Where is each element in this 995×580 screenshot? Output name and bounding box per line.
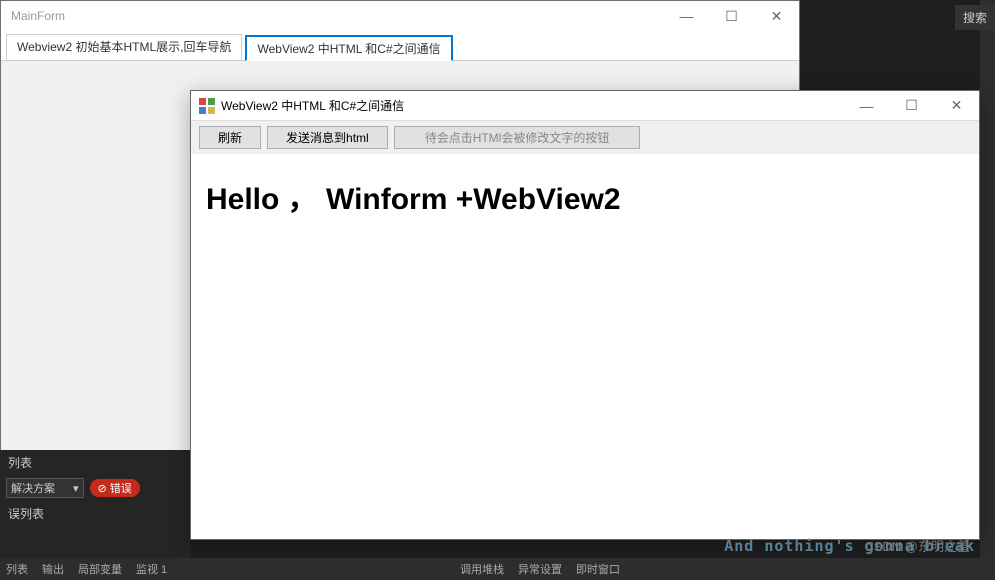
child-window-title: WebView2 中HTML 和C#之间通信 bbox=[221, 97, 404, 114]
child-title-group: WebView2 中HTML 和C#之间通信 bbox=[199, 97, 404, 114]
child-window-controls: — ☐ ✕ bbox=[844, 91, 979, 121]
error-badge[interactable]: ⊘ 错误 bbox=[90, 479, 140, 497]
chevron-down-icon: ▾ bbox=[73, 482, 79, 495]
main-titlebar[interactable]: MainForm — ☐ ✕ bbox=[1, 1, 799, 31]
main-window-controls: — ☐ ✕ bbox=[664, 1, 799, 31]
bottom-tab-exceptions[interactable]: 异常设置 bbox=[518, 561, 562, 577]
ide-filter-row: 解决方案 ▾ ⊘ 错误 bbox=[0, 475, 190, 501]
app-icon bbox=[199, 98, 215, 114]
tab-webview-comm[interactable]: WebView2 中HTML 和C#之间通信 bbox=[245, 35, 452, 61]
maximize-button[interactable]: ☐ bbox=[709, 1, 754, 31]
refresh-button[interactable]: 刷新 bbox=[199, 126, 261, 149]
ide-search-box[interactable]: 搜索 bbox=[955, 5, 995, 30]
child-maximize-button[interactable]: ☐ bbox=[889, 91, 934, 121]
error-list-label: 误列表 bbox=[0, 501, 190, 526]
bottom-tab-list[interactable]: 列表 bbox=[6, 561, 28, 577]
ide-list-tab[interactable]: 列表 bbox=[0, 450, 190, 475]
main-tabs: Webview2 初始基本HTML展示,回车导航 WebView2 中HTML … bbox=[1, 31, 799, 61]
main-window-title: MainForm bbox=[11, 9, 65, 23]
child-toolbar: 刷新 发送消息到html 待会点击HTMl会被修改文字的按钮 bbox=[191, 121, 979, 154]
bottom-tab-locals[interactable]: 局部变量 bbox=[78, 561, 122, 577]
dropdown-label: 解决方案 bbox=[11, 480, 55, 496]
child-minimize-button[interactable]: — bbox=[844, 91, 889, 121]
child-window: WebView2 中HTML 和C#之间通信 — ☐ ✕ 刷新 发送消息到htm… bbox=[190, 90, 980, 540]
bottom-tab-callstack[interactable]: 调用堆栈 bbox=[460, 561, 504, 577]
ide-right-panel bbox=[980, 0, 995, 580]
csdn-watermark: CSDN @东明之羞 bbox=[864, 536, 970, 555]
ide-bottom-mid: 调用堆栈 异常设置 即时窗口 bbox=[460, 561, 620, 577]
child-content: Hello ， Winform +WebView2 bbox=[191, 154, 979, 238]
error-icon: ⊘ bbox=[98, 482, 107, 495]
ide-bottom-bar: 列表 输出 局部变量 监视 1 调用堆栈 异常设置 即时窗口 bbox=[0, 558, 995, 580]
pending-button[interactable]: 待会点击HTMl会被修改文字的按钮 bbox=[394, 126, 641, 149]
solution-dropdown[interactable]: 解决方案 ▾ bbox=[6, 478, 84, 498]
child-titlebar[interactable]: WebView2 中HTML 和C#之间通信 — ☐ ✕ bbox=[191, 91, 979, 121]
close-button[interactable]: ✕ bbox=[754, 1, 799, 31]
bottom-tab-immediate[interactable]: 即时窗口 bbox=[576, 561, 620, 577]
send-message-button[interactable]: 发送消息到html bbox=[267, 126, 388, 149]
bottom-tab-output[interactable]: 输出 bbox=[42, 561, 64, 577]
error-label: 错误 bbox=[110, 480, 132, 496]
child-close-button[interactable]: ✕ bbox=[934, 91, 979, 121]
bottom-tab-watch[interactable]: 监视 1 bbox=[136, 561, 167, 577]
minimize-button[interactable]: — bbox=[664, 1, 709, 31]
content-heading: Hello ， Winform +WebView2 bbox=[206, 174, 964, 218]
tab-webview-basic[interactable]: Webview2 初始基本HTML展示,回车导航 bbox=[6, 34, 242, 60]
